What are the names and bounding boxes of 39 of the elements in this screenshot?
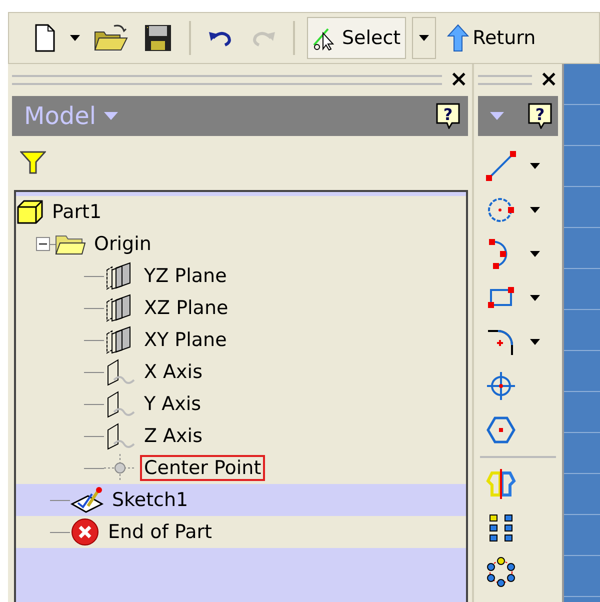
select-dropdown-button[interactable] bbox=[412, 17, 436, 59]
tree-item-label[interactable]: Y Axis bbox=[140, 391, 206, 417]
help-button[interactable]: ? bbox=[436, 103, 460, 129]
point-icon bbox=[484, 369, 518, 403]
caret-icon bbox=[530, 207, 540, 213]
caret-icon bbox=[104, 112, 118, 120]
caret-icon bbox=[70, 35, 80, 41]
tree-item-label[interactable]: Sketch1 bbox=[108, 487, 192, 513]
caret-icon bbox=[418, 35, 429, 41]
tree-item-label[interactable]: Origin bbox=[90, 231, 156, 257]
tree-item-label[interactable]: Center Point bbox=[140, 455, 266, 481]
filter-icon[interactable] bbox=[20, 151, 46, 175]
caret-icon bbox=[530, 339, 540, 345]
tree-item-label[interactable]: Part1 bbox=[48, 199, 106, 225]
close-button[interactable]: × bbox=[450, 69, 468, 91]
close-button[interactable]: × bbox=[540, 69, 558, 91]
caret-icon bbox=[530, 251, 540, 257]
return-button[interactable]: Return bbox=[442, 17, 541, 59]
collapse-icon[interactable] bbox=[36, 237, 50, 251]
blank-page-icon bbox=[34, 24, 56, 52]
tree-item-label[interactable]: XY Plane bbox=[140, 327, 231, 353]
line-icon bbox=[484, 149, 518, 183]
select-button[interactable]: Select bbox=[307, 17, 406, 59]
tree-item-label[interactable]: X Axis bbox=[140, 359, 206, 385]
help-button[interactable]: ? bbox=[528, 103, 552, 129]
mirror-icon bbox=[484, 467, 518, 501]
caret-icon bbox=[530, 163, 540, 169]
sketch-icon bbox=[70, 486, 104, 514]
open-folder-icon bbox=[94, 24, 128, 52]
error-icon bbox=[70, 517, 100, 547]
cube-icon bbox=[16, 199, 44, 225]
grip-bar[interactable] bbox=[12, 75, 442, 85]
grip-bar[interactable] bbox=[478, 75, 532, 85]
caret-icon bbox=[530, 295, 540, 301]
up-arrow-icon bbox=[446, 24, 469, 52]
tree-item-label[interactable]: Z Axis bbox=[140, 423, 206, 449]
tree-item-label[interactable]: YZ Plane bbox=[140, 263, 231, 289]
tree-item-label[interactable]: XZ Plane bbox=[140, 295, 232, 321]
circular-icon bbox=[484, 555, 518, 589]
